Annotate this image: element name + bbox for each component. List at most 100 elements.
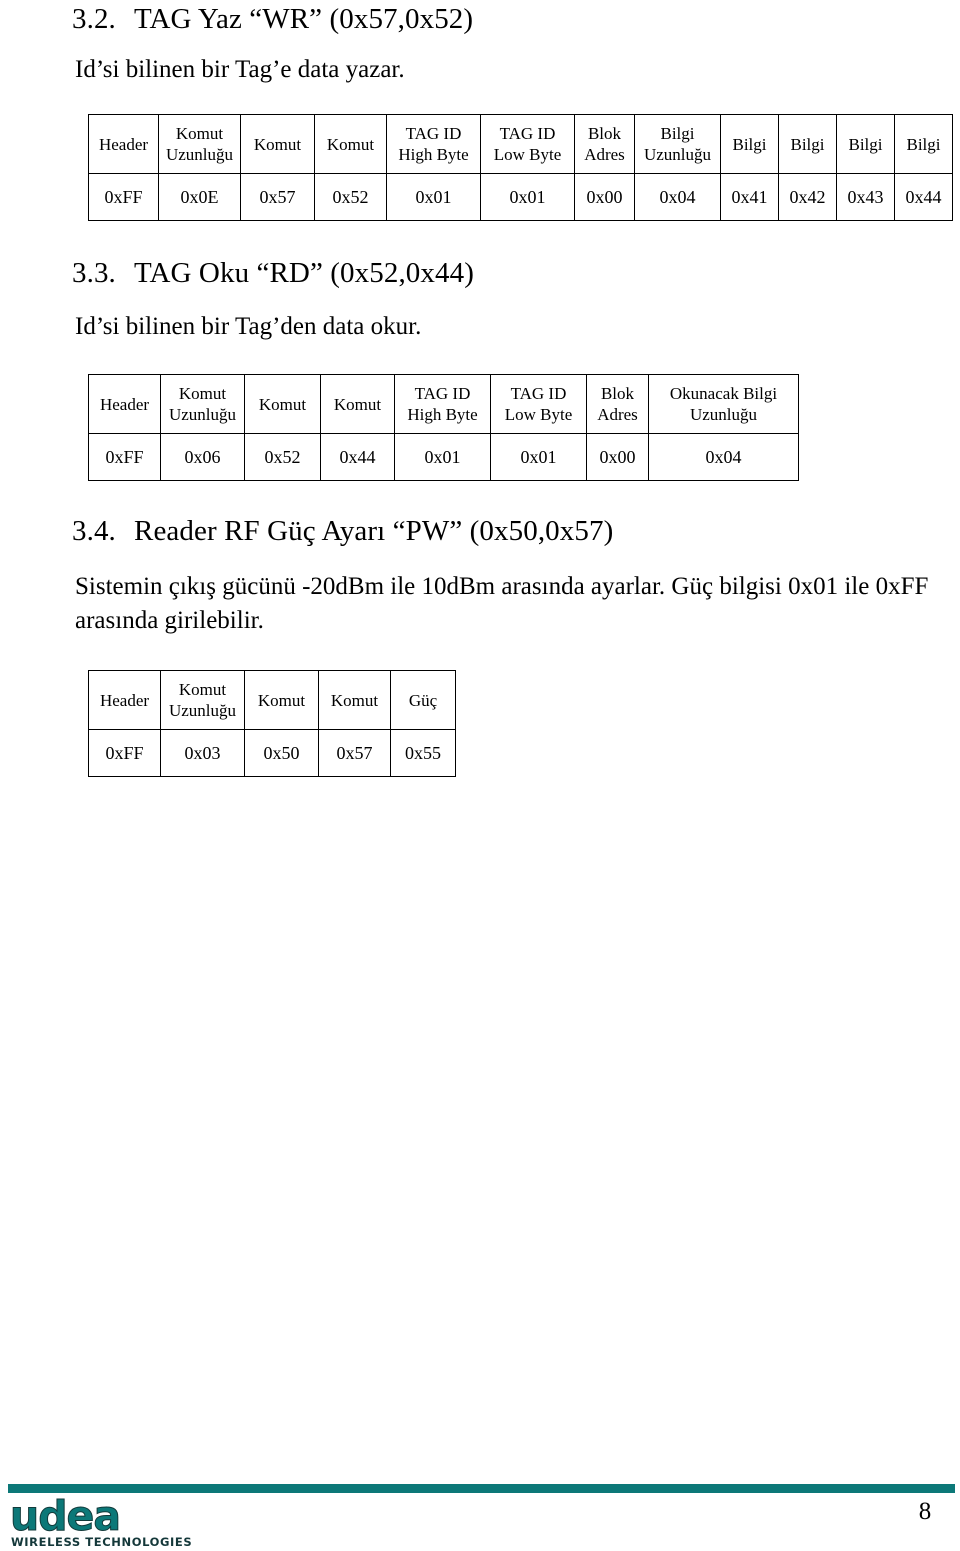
table-value-cell: 0x52 [314,173,387,221]
header-line-2: Adres [597,405,638,424]
table-header-cell: Blok Adres [574,114,635,174]
page-number: 8 [918,1498,932,1525]
section-body-3-4: Sistemin çıkış gücünü -20dBm ile 10dBm a… [75,573,929,634]
header-line-2: High Byte [398,145,469,164]
logo-tagline: WIRELESS TECHNOLOGIES [11,1535,193,1549]
table-header-cell: Bilgi [836,114,895,174]
table-value-cell: 0x00 [586,433,649,481]
table-header-cell: Komut [318,670,391,730]
table-value-cell: 0x41 [720,173,779,221]
header-line-1: Header [98,134,149,154]
header-line-2: Uzunluğu [165,145,234,164]
table-header-cell: Komut Uzunluğu [160,670,245,730]
header-line-1: Bilgi [906,134,941,154]
header-line-1: Bilgi [732,134,767,154]
section-title-3-3: TAG Oku “RD” (0x52,0x44) [134,257,474,289]
section-heading-3-3: 3.3. TAG Oku “RD” (0x52,0x44) [72,256,474,290]
header-line-2: Adres [584,145,625,164]
table-value-cell: 0x57 [318,729,391,777]
logo-wordmark: udea [10,1492,122,1540]
table-header-cell: Komut [320,374,395,434]
header-line-1: TAG ID [405,124,462,143]
table-header-cell: Bilgi [720,114,779,174]
document-page: 3.2. TAG Yaz “WR” (0x57,0x52) Id’si bilin… [0,0,960,1551]
table-header-cell: Komut Uzunluğu [158,114,241,174]
table-header-cell: TAG ID High Byte [394,374,491,434]
table-header-cell: Bilgi Uzunluğu [634,114,721,174]
table-header-row: Header Komut Uzunluğu Komut Komut TAG ID H… [88,114,953,174]
section-number-3-2: 3.2. [72,3,116,35]
section-body-3-2: Id’si bilinen bir Tag’e data yazar. [75,56,405,83]
header-line-1: Blok [587,124,622,143]
table-header-cell: TAG ID High Byte [386,114,481,174]
table-value-cell: 0x01 [480,173,575,221]
table-rf-power: Header Komut Uzunluğu Komut Komut Güç 0xF… [88,670,456,777]
header-line-1: TAG ID [499,124,556,143]
table-header-cell: Blok Adres [586,374,649,434]
table-header-row: Header Komut Uzunluğu Komut Komut TAG ID H… [88,374,799,434]
header-line-1: Komut [330,690,379,710]
section-heading-3-4: 3.4. Reader RF Güç Ayarı “PW” (0x50,0x57) [72,514,613,548]
section-title-3-2: TAG Yaz “WR” (0x57,0x52) [134,3,474,35]
table-value-row: 0xFF 0x03 0x50 0x57 0x55 [88,729,456,777]
table-value-cell: 0x0E [158,173,241,221]
header-line-1: Komut [253,134,302,154]
footer-rule [8,1484,955,1493]
section-title-3-4: Reader RF Güç Ayarı “PW” (0x50,0x57) [134,515,614,547]
section-body-3-3: Id’si bilinen bir Tag’den data okur. [75,313,422,340]
section-heading-3-2: 3.2. TAG Yaz “WR” (0x57,0x52) [72,2,473,36]
table-header-cell: Header [88,670,161,730]
header-line-2: High Byte [407,405,478,424]
table-value-cell: 0x42 [778,173,837,221]
table-value-cell: 0x52 [244,433,321,481]
table-tag-write: Header Komut Uzunluğu Komut Komut TAG ID H… [88,114,953,221]
table-value-cell: 0x55 [390,729,456,777]
table-value-cell: 0x03 [160,729,245,777]
table-value-cell: 0x01 [394,433,491,481]
table-header-cell: Komut [244,670,319,730]
udea-logo: udea WIRELESS TECHNOLOGIES [8,1492,268,1549]
header-line-1: Komut [257,690,306,710]
table-value-cell: 0x50 [244,729,319,777]
table-tag-read: Header Komut Uzunluğu Komut Komut TAG ID H… [88,374,799,481]
table-header-cell: Header [88,114,159,174]
table-value-cell: 0xFF [88,433,161,481]
table-value-row: 0xFF 0x0E 0x57 0x52 0x01 0x01 0x00 0x04 … [88,173,953,221]
table-value-cell: 0x57 [240,173,315,221]
table-value-cell: 0x01 [386,173,481,221]
header-line-1: Komut [333,394,382,414]
header-line-1: Header [99,690,150,710]
table-value-cell: 0x06 [160,433,245,481]
header-line-1: Komut [258,394,307,414]
table-header-cell: Bilgi [778,114,837,174]
table-value-cell: 0x43 [836,173,895,221]
header-line-1: Header [99,394,150,414]
header-line-2: Uzunluğu [643,145,712,164]
table-header-cell: Header [88,374,161,434]
table-value-cell: 0x44 [894,173,953,221]
table-value-cell: 0x44 [320,433,395,481]
table-header-cell: TAG ID Low Byte [480,114,575,174]
header-line-1: Güç [408,690,438,710]
header-line-1: Komut [175,124,224,143]
table-value-row: 0xFF 0x06 0x52 0x44 0x01 0x01 0x00 0x04 [88,433,799,481]
header-line-1: Bilgi [848,134,883,154]
header-line-1: Bilgi [790,134,825,154]
table-header-cell: Güç [390,670,456,730]
header-line-2: Uzunluğu [168,405,237,424]
table-value-cell: 0xFF [88,729,161,777]
header-line-2: Uzunluğu [689,405,758,424]
table-value-cell: 0x00 [574,173,635,221]
table-header-cell: TAG ID Low Byte [490,374,587,434]
table-header-cell: Komut [314,114,387,174]
header-line-1: TAG ID [510,384,567,403]
header-line-1: Bilgi [660,124,695,143]
table-header-cell: Bilgi [894,114,953,174]
table-header-cell: Okunacak Bilgi Uzunluğu [648,374,799,434]
section-number-3-3: 3.3. [72,257,116,289]
table-header-row: Header Komut Uzunluğu Komut Komut Güç [88,670,456,730]
header-line-1: Komut [178,384,227,403]
header-line-1: Okunacak Bilgi [669,384,778,403]
table-header-cell: Komut [240,114,315,174]
table-header-cell: Komut [244,374,321,434]
